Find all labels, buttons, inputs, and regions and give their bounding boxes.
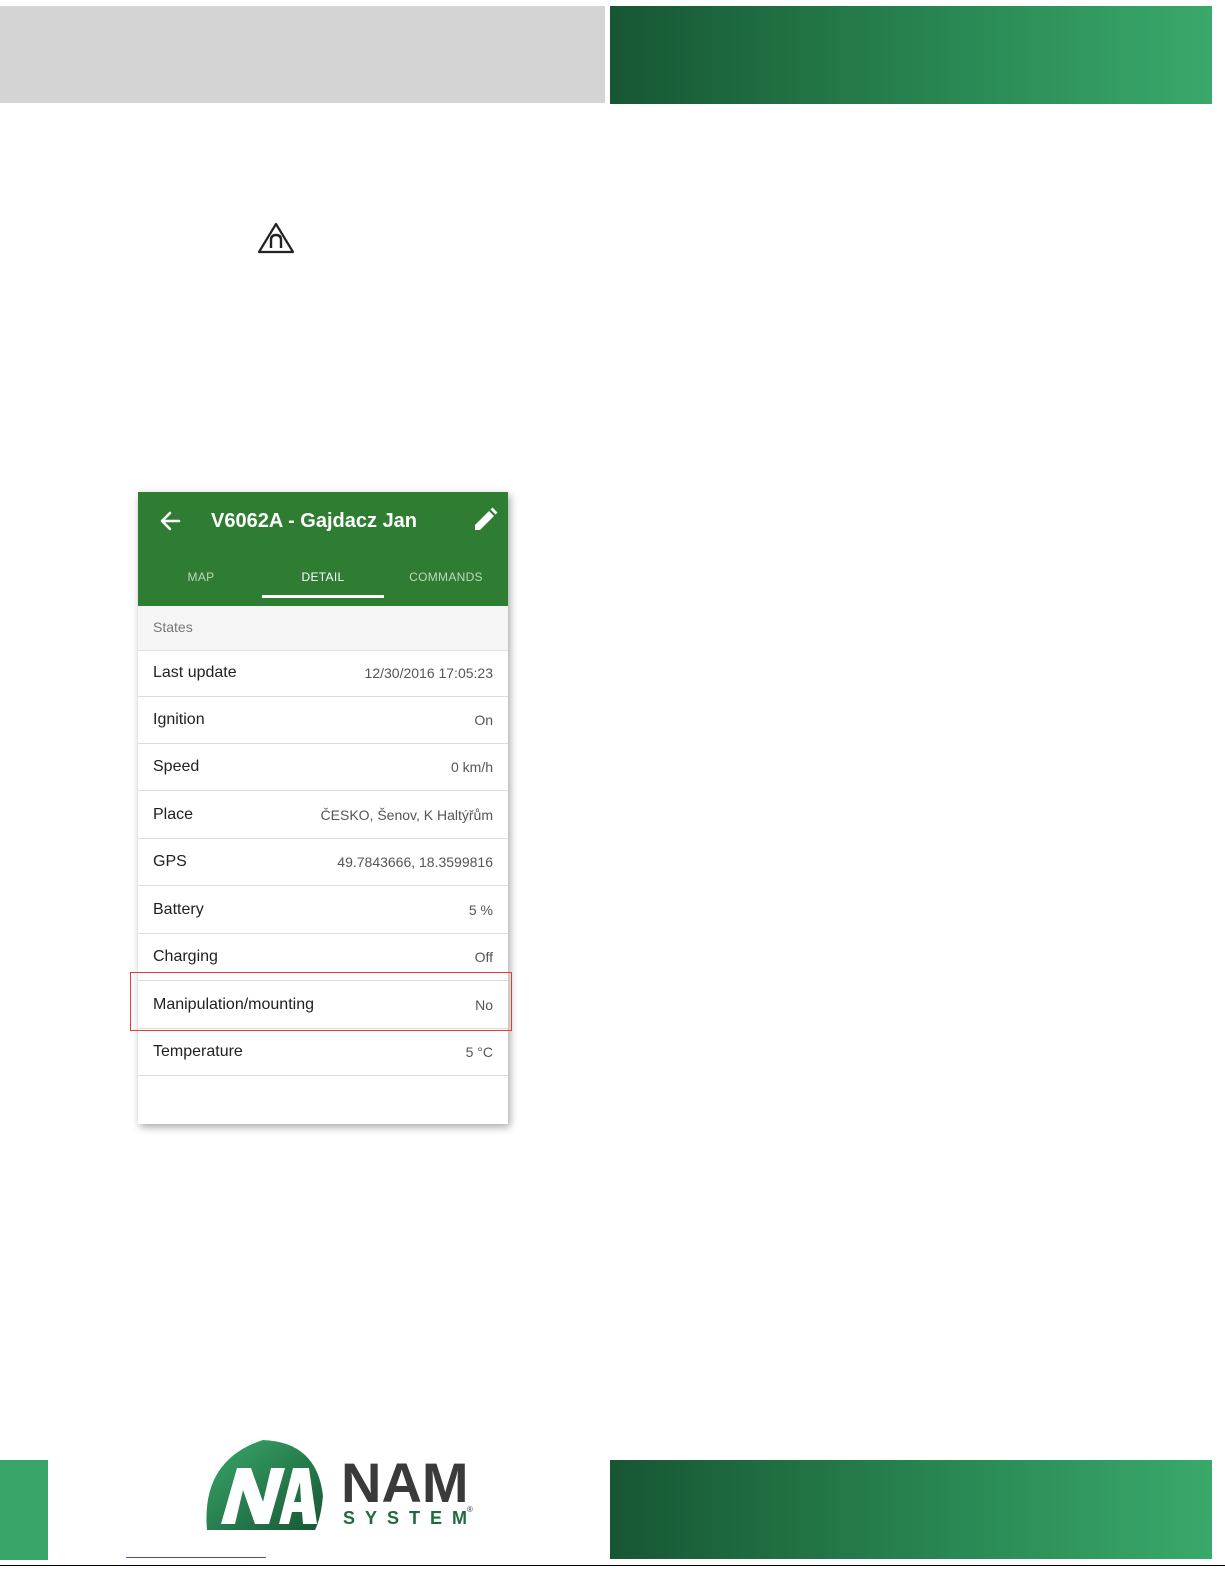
row-value: 49.7843666, 18.3599816 bbox=[337, 854, 493, 870]
row-label: Ignition bbox=[153, 711, 205, 728]
app-bar: V6062A - Gajdacz Jan MAP DETAIL COMMANDS bbox=[138, 492, 508, 606]
footer-green-band bbox=[610, 1460, 1212, 1559]
row-value: ČESKO, Šenov, K Haltýřům bbox=[320, 807, 493, 823]
row-value: 12/30/2016 17:05:23 bbox=[364, 665, 493, 681]
detail-row-battery: Battery 5 % bbox=[138, 887, 508, 934]
row-label: Place bbox=[153, 806, 194, 823]
row-label: Temperature bbox=[153, 1043, 243, 1060]
detail-row-gps: GPS 49.7843666, 18.3599816 bbox=[138, 839, 508, 886]
logo-mark: ® bbox=[467, 1505, 473, 1514]
header-gray-band bbox=[0, 6, 605, 103]
header-green-band bbox=[610, 6, 1212, 104]
row-value: 0 km/h bbox=[450, 759, 493, 775]
detail-row-temperature: Temperature 5 °C bbox=[138, 1029, 508, 1076]
nam-system-logo: NAM SYSTEM ® bbox=[206, 1440, 477, 1530]
row-label: Battery bbox=[153, 901, 204, 918]
row-divider bbox=[138, 1075, 508, 1076]
tab-active-indicator bbox=[262, 595, 384, 598]
link-underline bbox=[126, 1557, 266, 1558]
bottom-rule bbox=[0, 1565, 1225, 1566]
detail-row-speed: Speed 0 km/h bbox=[138, 744, 508, 791]
page-title: V6062A - Gajdacz Jan bbox=[211, 510, 418, 532]
logo-name: NAM bbox=[341, 1451, 469, 1514]
tab-detail[interactable]: DETAIL bbox=[262, 562, 384, 598]
section-title: States bbox=[153, 619, 193, 635]
row-value: 5 % bbox=[468, 902, 493, 918]
row-value: Off bbox=[474, 949, 493, 965]
row-value: 5 °C bbox=[465, 1044, 493, 1060]
warning-triangle-icon bbox=[257, 222, 295, 254]
row-divider bbox=[138, 790, 508, 791]
footer-left-band bbox=[0, 1460, 48, 1560]
row-label: Speed bbox=[153, 758, 200, 775]
highlight-box bbox=[130, 972, 512, 1031]
row-label: Last update bbox=[153, 664, 237, 681]
row-label: Charging bbox=[153, 948, 218, 965]
logo-sub: SYSTEM bbox=[343, 1508, 477, 1528]
section-header: States bbox=[138, 606, 508, 651]
detail-row-place: Place ČESKO, Šenov, K Haltýřům bbox=[138, 792, 508, 839]
row-label: GPS bbox=[153, 853, 187, 870]
tab-map[interactable]: MAP bbox=[140, 562, 262, 598]
row-divider bbox=[138, 885, 508, 886]
detail-row-ignition: Ignition On bbox=[138, 697, 508, 744]
row-value: On bbox=[474, 712, 493, 728]
pencil-icon[interactable] bbox=[471, 506, 499, 534]
tab-commands[interactable]: COMMANDS bbox=[384, 562, 508, 598]
arrow-left-icon[interactable] bbox=[158, 508, 184, 534]
detail-row-last-update: Last update 12/30/2016 17:05:23 bbox=[138, 650, 508, 697]
